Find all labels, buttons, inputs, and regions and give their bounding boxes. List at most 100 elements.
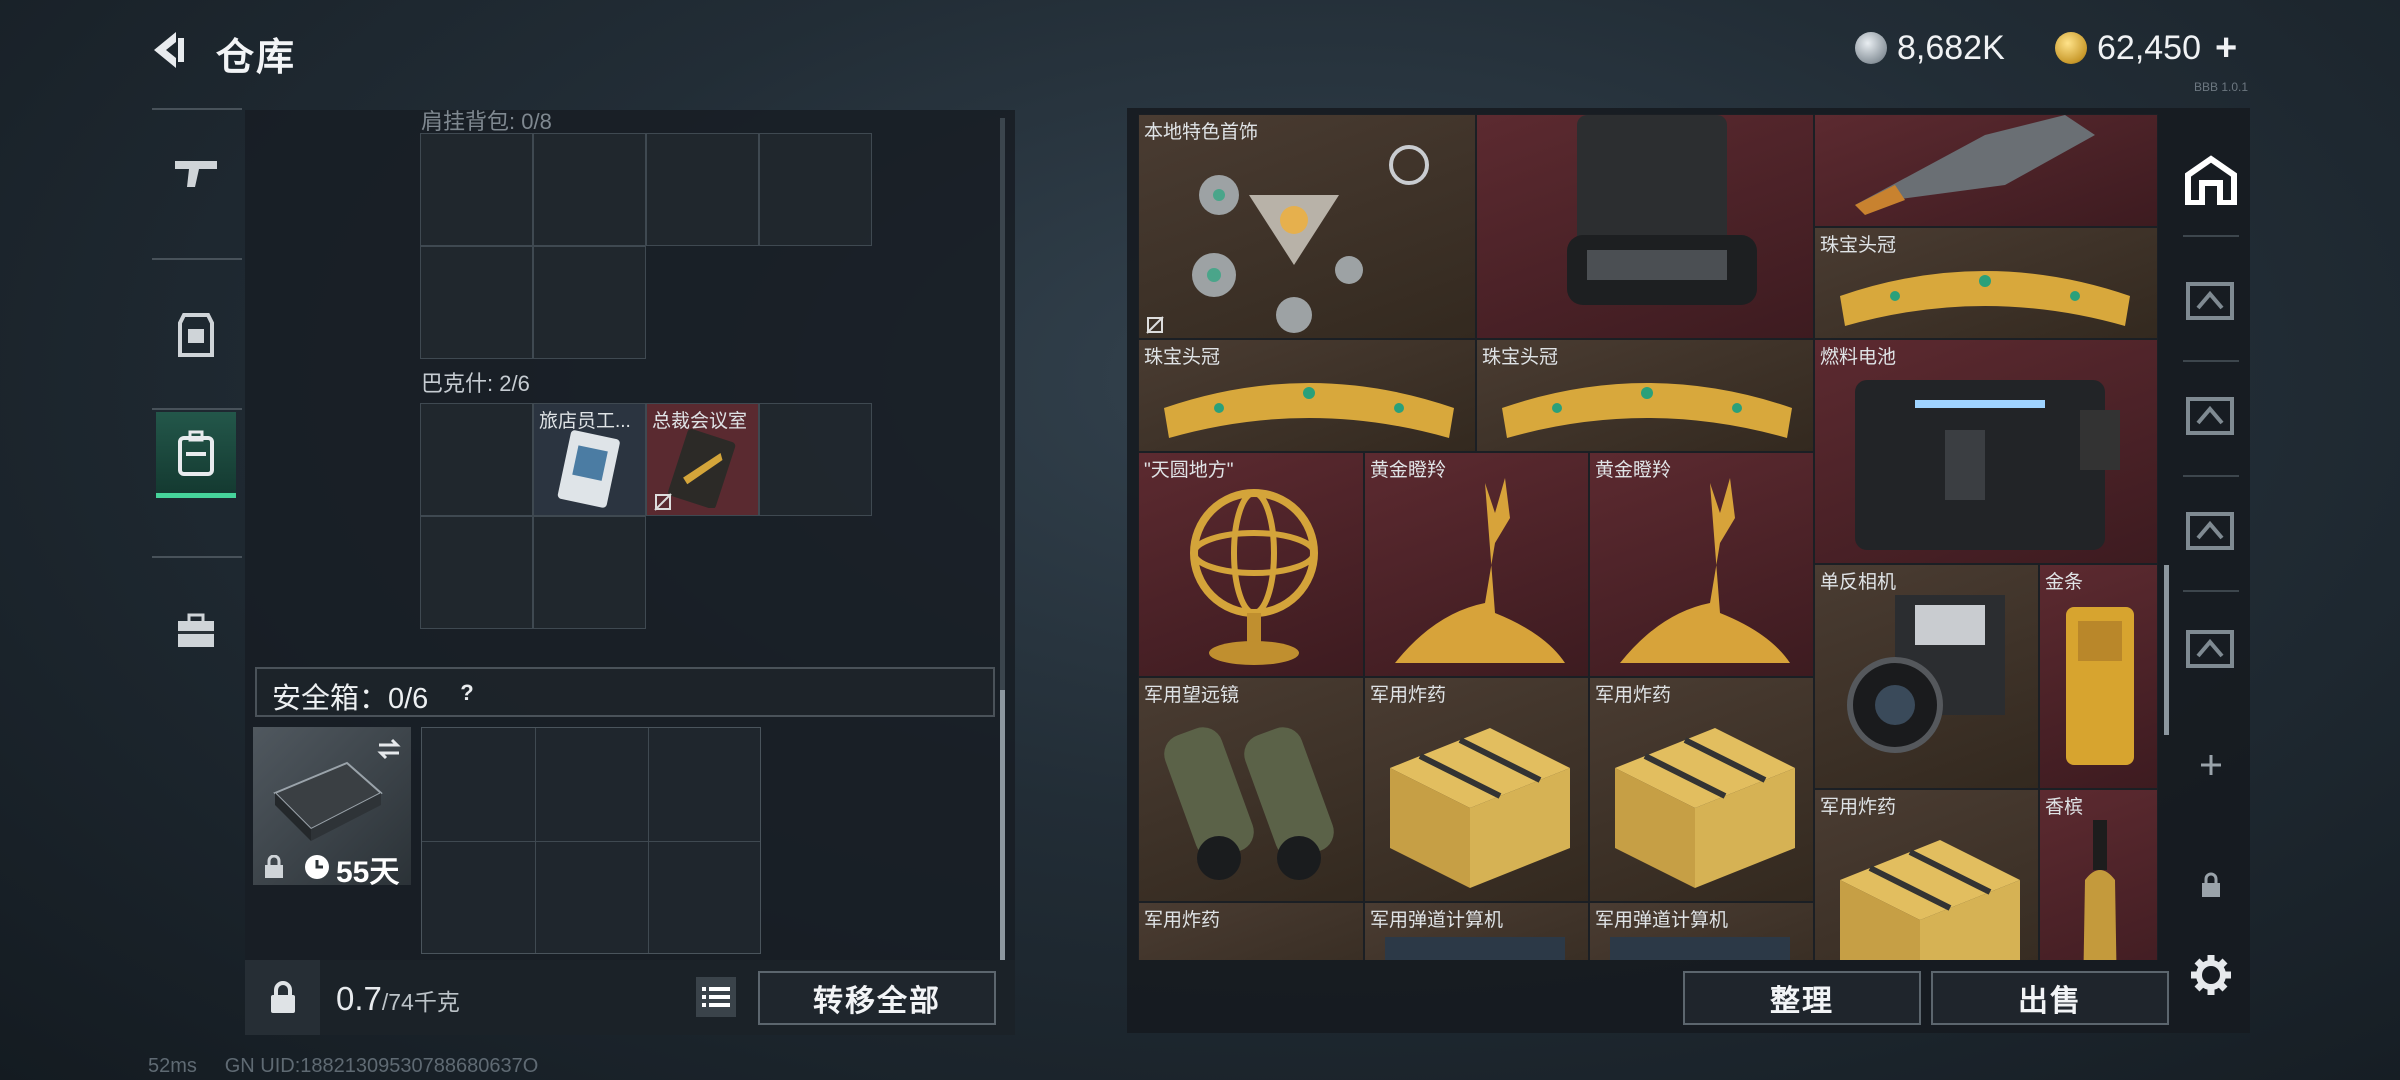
stash-tab-home[interactable]	[2171, 145, 2251, 215]
grid-slot[interactable]	[420, 246, 533, 359]
inventory-item-keycard-boardroom[interactable]: 总裁会议室	[646, 403, 759, 516]
stash-item-tiara[interactable]: 珠宝头冠	[1814, 227, 2158, 339]
stash-item-ammo[interactable]	[1814, 114, 2158, 227]
stash-tab-4[interactable]	[2171, 265, 2251, 335]
gold-currency[interactable]: 62,450 +	[2055, 27, 2237, 70]
item-label: 军用炸药	[1370, 685, 1447, 706]
clock-icon	[305, 855, 329, 879]
grid-slot[interactable]	[759, 403, 872, 516]
stash-tab-2[interactable]	[2171, 380, 2251, 450]
settings-button[interactable]	[2171, 950, 2251, 1000]
stash-item-explosive[interactable]: 军用炸药	[1138, 902, 1364, 960]
swap-icon[interactable]	[375, 735, 403, 763]
armor-tab[interactable]	[156, 292, 236, 378]
stash-page-icon	[2186, 630, 2234, 668]
grid-slot[interactable]	[646, 133, 759, 246]
stash-item-explosive[interactable]: 军用炸药	[1589, 677, 1814, 902]
stash-item-jewelry[interactable]: 本地特色首饰	[1138, 114, 1476, 339]
stash-item-camera[interactable]: 单反相机	[1814, 564, 2039, 789]
backpack-tab[interactable]	[156, 412, 236, 498]
stash-lock-button[interactable]	[2171, 860, 2251, 910]
stash-item-ballistic-computer[interactable]: 军用弹道计算机	[1364, 902, 1589, 960]
item-label: 军用弹道计算机	[1370, 910, 1504, 931]
grid-slot[interactable]	[533, 133, 646, 246]
stash-item-tiara[interactable]: 珠宝头冠	[1476, 339, 1814, 452]
lock-icon	[265, 855, 283, 878]
status-bar: 52ms GN UID:18821309530788680637O	[148, 1055, 538, 1078]
grid-slot[interactable]	[533, 516, 646, 629]
globe-icon	[1190, 489, 1318, 665]
stash-item-gazelle[interactable]: 黄金瞪羚	[1364, 452, 1589, 677]
stash-tab-3[interactable]	[2171, 495, 2251, 565]
stash-item-gazelle[interactable]: 黄金瞪羚	[1589, 452, 1814, 677]
grid-slot[interactable]	[533, 246, 646, 359]
stash-page-icon	[2186, 512, 2234, 550]
keycard-icon	[557, 430, 620, 508]
weight-unit: /74千克	[381, 989, 460, 1015]
grid-slot[interactable]	[420, 133, 533, 246]
stash-item-binoculars[interactable]: 军用望远镜	[1138, 677, 1364, 902]
sell-button[interactable]: 出售	[1931, 971, 2169, 1025]
grid-slot[interactable]	[420, 403, 533, 516]
stash-item-explosive[interactable]: 军用炸药	[1364, 677, 1589, 902]
backpack-icon	[178, 430, 214, 476]
no-insure-icon	[654, 493, 672, 511]
gazelle-icon	[1395, 478, 1565, 663]
stash-item-fuel-cell[interactable]: 燃料电池	[1814, 339, 2158, 564]
stash-item-tiara[interactable]: 珠宝头冠	[1138, 339, 1476, 452]
safe-box-grid[interactable]	[421, 727, 761, 954]
lock-button[interactable]	[245, 960, 320, 1035]
stash-tab-1[interactable]	[2171, 613, 2251, 683]
inventory-item-keycard[interactable]: 旅店员工...	[533, 403, 646, 516]
add-currency-button[interactable]: +	[2215, 27, 2237, 70]
stash-item-ballistic-computer[interactable]: 军用弹道计算机	[1589, 902, 1814, 960]
item-label: 珠宝头冠	[1820, 235, 1897, 256]
stash-item-robot-vacuum[interactable]	[1476, 114, 1814, 339]
plus-icon	[2201, 755, 2221, 775]
tiara-icon	[1840, 271, 2130, 326]
item-label: 军用炸药	[1595, 685, 1672, 706]
item-label: 军用炸药	[1144, 910, 1221, 931]
grid-slot[interactable]	[420, 516, 533, 629]
safe-box-label: 安全箱：0/6	[272, 683, 429, 715]
ping: 52ms	[148, 1055, 197, 1077]
stash-item-champagne[interactable]: 香槟	[2039, 789, 2158, 960]
crate-icon	[1615, 728, 1795, 888]
crate-icon	[1840, 840, 2020, 960]
add-stash-button[interactable]	[2171, 740, 2251, 790]
no-insure-icon	[1146, 316, 1164, 334]
gold-bar-icon	[2066, 607, 2134, 765]
case-tab[interactable]	[156, 588, 236, 674]
grid-slot[interactable]	[759, 133, 872, 246]
backpack-scroll-thumb[interactable]	[1000, 690, 1005, 960]
weight-value: 0.7	[336, 980, 382, 1017]
item-label: 珠宝头冠	[1482, 347, 1559, 368]
stash-item-armillary[interactable]: "天圆地方"	[1138, 452, 1364, 677]
stash-home-icon	[2185, 155, 2237, 205]
stash-item-gold-bar[interactable]: 金条	[2039, 564, 2158, 789]
back-icon[interactable]	[146, 28, 190, 72]
section-label-rig: 肩挂背包: 0/8	[421, 109, 552, 134]
version-text: BBB 1.0.1	[2194, 80, 2249, 94]
help-button[interactable]: ?	[450, 676, 484, 710]
item-label: 金条	[2045, 572, 2084, 593]
safe-box-duration: 55天	[336, 856, 400, 889]
jewelry-icon	[1192, 145, 1429, 333]
briefcase-icon	[178, 613, 214, 647]
lock-icon	[2202, 872, 2220, 897]
category-nav	[148, 108, 242, 718]
top-bar	[0, 0, 2400, 100]
page-title: 仓库	[216, 37, 297, 79]
sort-button[interactable]: 整理	[1683, 971, 1921, 1025]
list-view-button[interactable]	[696, 977, 736, 1017]
silver-currency: 8,682K	[1855, 28, 2005, 68]
binoculars-icon	[1164, 727, 1334, 880]
stash-item-explosive[interactable]: 军用炸药	[1814, 789, 2039, 960]
item-label: 军用炸药	[1820, 797, 1897, 818]
section-label-bag: 巴克什: 2/6	[421, 371, 530, 396]
weapon-tab[interactable]	[156, 128, 236, 214]
transfer-all-button[interactable]: 转移全部	[758, 971, 996, 1025]
stash-scroll-thumb[interactable]	[2164, 565, 2169, 735]
stash-grid: 本地特色首饰 珠宝头冠 珠宝头冠 珠宝头冠 燃料电池 "天圆地方" 黄金瞪羚 黄…	[1138, 114, 2158, 960]
keycard-icon	[668, 428, 736, 508]
